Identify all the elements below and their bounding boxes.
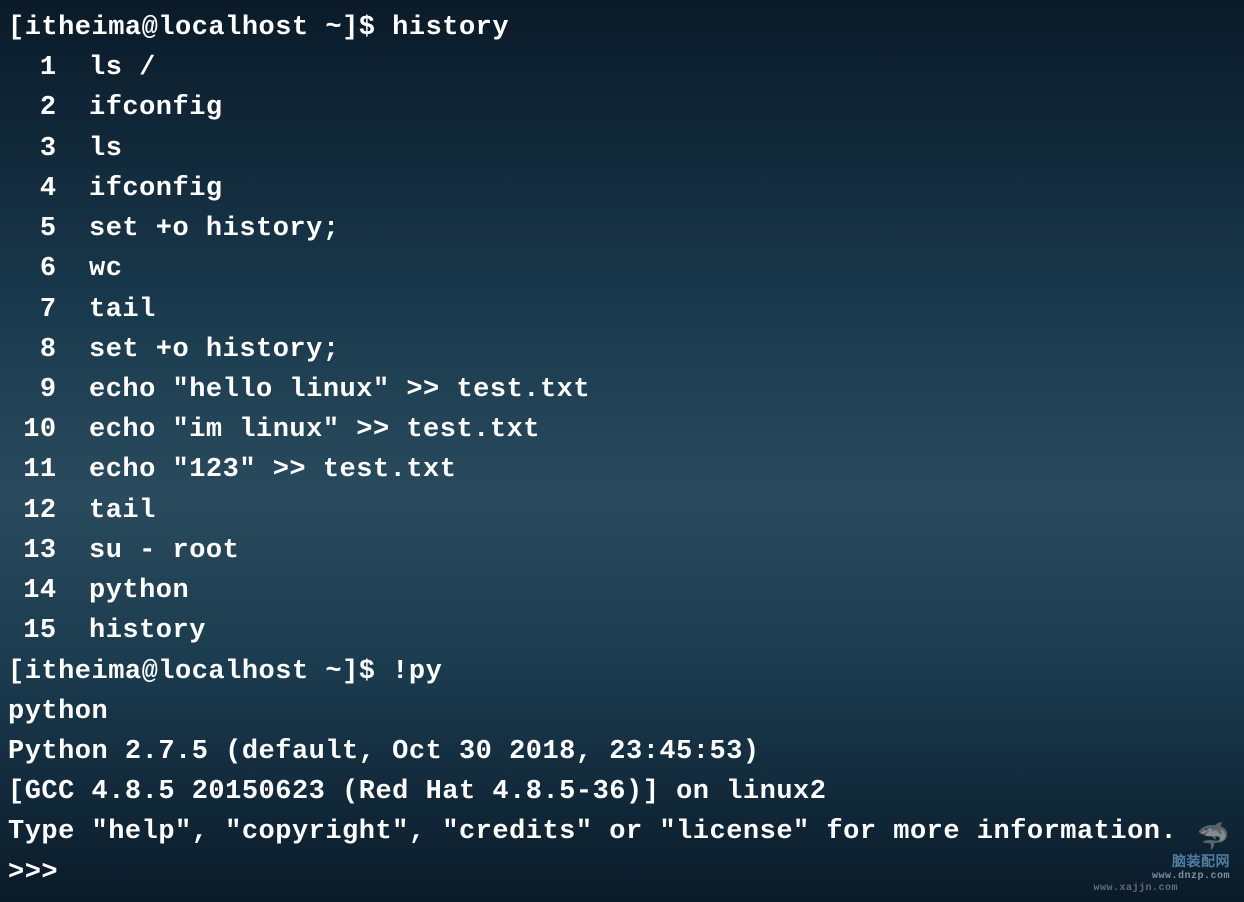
history-entry: 8set +o history; [8,330,1244,370]
history-entry: 3ls [8,129,1244,169]
history-num: 9 [8,370,89,410]
prompt-line-1: [itheima@localhost ~]$ history [8,8,1244,48]
history-num: 7 [8,290,89,330]
history-cmd: set +o history; [89,214,340,244]
output-line: [GCC 4.8.5 20150623 (Red Hat 4.8.5-36)] … [8,772,1244,812]
history-entry: 6wc [8,249,1244,289]
history-entry: 13su - root [8,531,1244,571]
shark-icon: 🦈 [1152,825,1230,851]
history-num: 12 [8,491,89,531]
dir: ~ [325,13,342,43]
user: itheima [25,657,142,687]
prompt-symbol: $ [359,13,376,43]
watermark-url: www.dnzp.com [1152,871,1230,882]
history-cmd: tail [89,496,156,526]
output-line: Type "help", "copyright", "credits" or "… [8,812,1244,852]
python-prompt[interactable]: >>> [8,853,1244,893]
history-cmd: echo "hello linux" >> test.txt [89,375,590,405]
history-num: 5 [8,209,89,249]
history-cmd: history [89,616,206,646]
history-cmd: ls / [89,53,156,83]
dir: ~ [325,657,342,687]
history-cmd: python [89,576,189,606]
history-num: 13 [8,531,89,571]
history-entry: 7tail [8,290,1244,330]
history-num: 8 [8,330,89,370]
history-num: 11 [8,450,89,490]
history-entry: 14python [8,571,1244,611]
host: localhost [158,657,308,687]
history-cmd: echo "123" >> test.txt [89,455,456,485]
history-entry: 11echo "123" >> test.txt [8,450,1244,490]
history-cmd: ls [89,134,122,164]
history-list: 1ls / 2ifconfig 3ls 4ifconfig 5set +o hi… [8,48,1244,651]
host: localhost [158,13,308,43]
command: !py [392,657,442,687]
watermark-logo: 🦈 脑装配网 www.dnzp.com [1152,825,1230,882]
history-cmd: su - root [89,536,239,566]
python-output: python Python 2.7.5 (default, Oct 30 201… [8,692,1244,893]
output-line: Python 2.7.5 (default, Oct 30 2018, 23:4… [8,732,1244,772]
prompt-symbol: $ [359,657,376,687]
history-num: 14 [8,571,89,611]
history-entry: 2ifconfig [8,88,1244,128]
history-num: 4 [8,169,89,209]
history-cmd: ifconfig [89,93,223,123]
history-cmd: tail [89,295,156,325]
history-num: 10 [8,410,89,450]
command: history [392,13,509,43]
history-cmd: echo "im linux" >> test.txt [89,415,540,445]
terminal[interactable]: [itheima@localhost ~]$ history 1ls / 2if… [8,8,1244,893]
history-num: 1 [8,48,89,88]
prompt-line-2: [itheima@localhost ~]$ !py [8,652,1244,692]
history-entry: 12tail [8,491,1244,531]
history-cmd: wc [89,254,122,284]
output-line: python [8,692,1244,732]
history-entry: 10echo "im linux" >> test.txt [8,410,1244,450]
watermark-text: 脑装配网 [1152,851,1230,871]
history-num: 15 [8,611,89,651]
history-cmd: set +o history; [89,335,340,365]
history-num: 3 [8,129,89,169]
history-entry: 9echo "hello linux" >> test.txt [8,370,1244,410]
user: itheima [25,13,142,43]
history-entry: 5set +o history; [8,209,1244,249]
history-num: 2 [8,88,89,128]
history-entry: 1ls / [8,48,1244,88]
history-entry: 15history [8,611,1244,651]
history-cmd: ifconfig [89,174,223,204]
history-num: 6 [8,249,89,289]
history-entry: 4ifconfig [8,169,1244,209]
watermark-secondary: www.xajjn.com [1093,883,1178,894]
